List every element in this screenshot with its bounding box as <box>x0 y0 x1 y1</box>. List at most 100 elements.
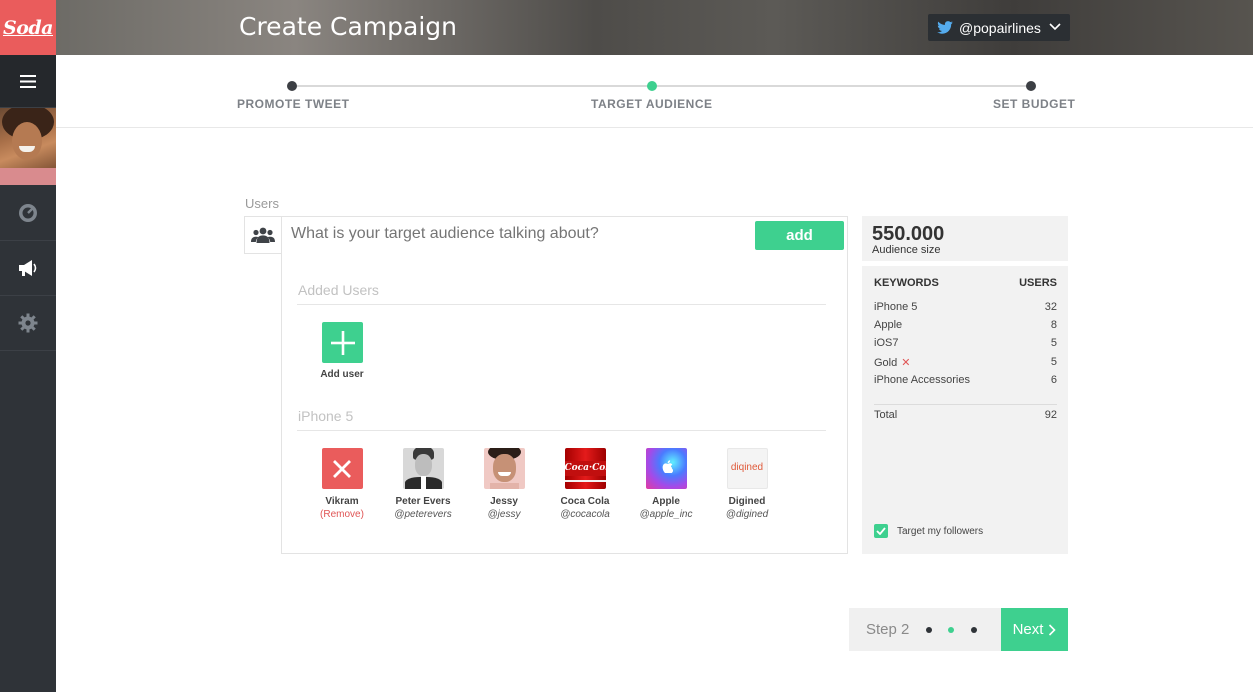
hamburger-menu-icon <box>20 74 36 88</box>
menu-button[interactable] <box>0 55 56 108</box>
target-followers-option[interactable]: Target my followers <box>874 524 983 538</box>
user-handle: @jessy <box>487 509 521 520</box>
chevron-down-icon <box>1049 23 1061 31</box>
audience-size-value: 550.000 <box>872 223 945 245</box>
users-header: USERS <box>1019 277 1057 289</box>
coca-cola-logo: Coca·Cola <box>564 463 606 473</box>
sidebar-item-dashboard[interactable] <box>0 186 56 241</box>
add-user-button[interactable] <box>322 322 363 363</box>
digined-logo: diqined <box>730 462 764 473</box>
step-dot-set-budget[interactable] <box>1026 81 1036 91</box>
section-divider <box>297 430 826 431</box>
top-header: Create Campaign @popairlines <box>56 0 1253 55</box>
user-card-digined: diqined Digined @digined <box>707 448 787 520</box>
account-selector[interactable]: @popairlines <box>928 14 1070 41</box>
user-avatar-apple[interactable] <box>645 448 687 489</box>
gear-icon <box>18 313 38 333</box>
user-card-peter-evers: Peter Evers @peterevers <box>383 448 463 520</box>
audience-size-label: Audience size <box>872 244 941 256</box>
user-name: Vikram <box>325 496 359 507</box>
step-label-set-budget[interactable]: SET BUDGET <box>993 97 1075 111</box>
next-button[interactable]: Next <box>1001 608 1068 651</box>
checkmark-icon <box>876 527 886 535</box>
step-indicator-dot-active <box>948 627 954 633</box>
added-users-title: Added Users <box>298 282 379 298</box>
next-button-label: Next <box>1012 621 1044 638</box>
user-handle: @apple_inc <box>639 509 693 520</box>
keyword-name: Gold <box>874 357 898 369</box>
account-handle: @popairlines <box>959 19 1041 36</box>
keyword-name-wrap: Gold ✕ <box>874 356 910 369</box>
step-indicator-dot <box>971 627 977 633</box>
sidebar-item-campaigns[interactable] <box>0 241 56 296</box>
keyword-name: iPhone 5 <box>874 301 918 313</box>
user-name: Jessy <box>490 496 518 507</box>
user-name: Digined <box>728 496 766 507</box>
user-handle: @peterevers <box>394 509 452 520</box>
user-card-apple: Apple @apple_inc <box>626 448 706 520</box>
step-label-target-audience[interactable]: TARGET AUDIENCE <box>591 97 713 111</box>
soda-logo[interactable]: Soda <box>0 0 56 55</box>
megaphone-icon <box>19 260 37 276</box>
keyword-count: 6 <box>1050 374 1057 386</box>
remove-user-button[interactable] <box>321 448 363 489</box>
users-icon-box <box>245 217 282 253</box>
add-keyword-button[interactable]: add <box>755 221 844 250</box>
stats-divider <box>862 261 1068 266</box>
users-section-title: Users <box>245 196 279 211</box>
keyword-section-title: iPhone 5 <box>298 408 354 424</box>
user-name: Peter Evers <box>395 496 451 507</box>
close-icon <box>333 459 351 478</box>
keyword-count: 5 <box>1050 356 1057 368</box>
page-title: Create Campaign <box>239 12 457 41</box>
user-avatar-coca-cola[interactable]: Coca·Cola <box>564 448 606 489</box>
users-list-panel: Added Users Add user iPhone 5 Vikram (Re… <box>281 253 848 554</box>
user-avatar-jessy[interactable] <box>483 448 525 489</box>
user-card-coca-cola: Coca·Cola Coca Cola @cocacola <box>545 448 625 520</box>
keyword-count: 8 <box>1050 319 1057 331</box>
sidebar: Soda <box>0 0 56 692</box>
user-name: Apple <box>652 496 680 507</box>
keyword-name: iOS7 <box>874 337 899 349</box>
dashboard-gauge-icon <box>19 204 37 222</box>
twitter-icon <box>937 21 953 34</box>
total-value: 92 <box>1044 409 1057 421</box>
audience-search-row: add <box>244 216 848 254</box>
step-indicator-label: Step 2 <box>866 621 910 638</box>
audience-search-input[interactable] <box>291 225 751 243</box>
campaign-stepper: PROMOTE TWEET TARGET AUDIENCE SET BUDGET <box>56 55 1253 128</box>
keyword-count: 5 <box>1050 337 1057 349</box>
chevron-right-icon <box>1049 623 1057 636</box>
user-handle: @cocacola <box>560 509 610 520</box>
total-label: Total <box>874 409 898 421</box>
sidebar-item-settings[interactable] <box>0 296 56 351</box>
remove-user-link[interactable]: (Remove) <box>302 509 382 520</box>
user-avatar-digined[interactable]: diqined <box>726 448 768 489</box>
keywords-header: KEYWORDS <box>874 277 939 289</box>
user-card-vikram: Vikram (Remove) <box>302 448 382 520</box>
user-card-jessy: Jessy @jessy <box>464 448 544 520</box>
user-avatar[interactable] <box>0 108 56 185</box>
remove-keyword-icon[interactable]: ✕ <box>901 357 910 369</box>
step-indicator: Step 2 <box>849 608 1001 651</box>
keyword-name: Apple <box>874 319 903 331</box>
add-user-label: Add user <box>320 369 364 380</box>
plus-icon <box>330 330 355 355</box>
logo-text: Soda <box>3 16 54 39</box>
target-followers-checkbox[interactable] <box>874 524 888 538</box>
user-handle: @digined <box>725 509 769 520</box>
step-indicator-dot <box>926 627 932 633</box>
audience-stats-panel: 550.000 Audience size KEYWORDS USERS iPh… <box>862 216 1068 554</box>
apple-logo-icon <box>662 460 673 473</box>
target-followers-label: Target my followers <box>897 525 984 537</box>
user-name: Coca Cola <box>560 496 610 507</box>
keyword-count: 32 <box>1044 301 1057 313</box>
user-avatar-peter-evers[interactable] <box>402 448 444 489</box>
step-label-promote-tweet[interactable]: PROMOTE TWEET <box>237 97 350 111</box>
stepper-line <box>292 85 1031 87</box>
step-dot-target-audience[interactable] <box>647 81 657 91</box>
keyword-name: iPhone Accessories <box>874 374 970 386</box>
users-group-icon <box>251 227 275 243</box>
step-dot-promote-tweet[interactable] <box>287 81 297 91</box>
total-divider <box>874 404 1057 405</box>
